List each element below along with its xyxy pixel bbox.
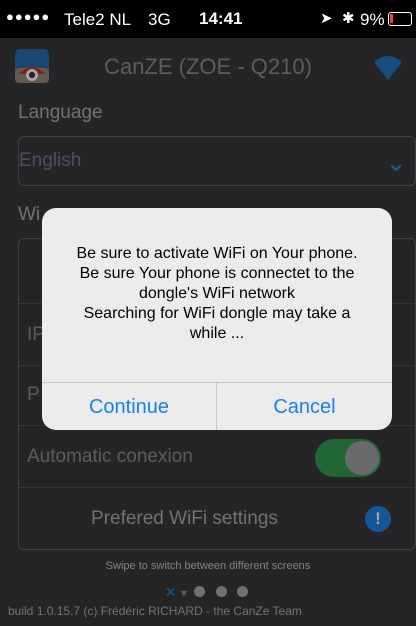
alert-message-line: Be sure to activate WiFi on Your phone. [76,245,358,262]
alert-message-line: dongle's WiFi network [139,285,295,302]
network-type: 3G [148,10,171,29]
wifi-alert-dialog: Be sure to activate WiFi on Your phone. … [42,208,392,430]
status-bar: ●●●●● Tele2 NL 3G 14:41 ➤ ✱ 9% [0,0,416,38]
alert-message-line: Searching for WiFi dongle may take a [83,305,351,322]
alert-message-line: Be sure Your phone is connectet to the [79,265,355,282]
battery-percent: 9% [360,10,385,29]
alert-message: Be sure to activate WiFi on Your phone. … [54,244,380,344]
cancel-button[interactable]: Cancel [217,383,392,430]
clock: 14:41 [199,9,243,28]
continue-button[interactable]: Continue [42,383,217,430]
alert-button-bar: Continue Cancel [42,382,392,430]
bluetooth-icon: ✱ [342,10,355,27]
signal-strength: ●●●●● [6,9,51,24]
location-arrow-icon: ➤ [320,10,333,27]
carrier-name: Tele2 NL [64,10,132,29]
battery-icon [388,12,412,26]
alert-message-line: while ... [189,325,245,342]
